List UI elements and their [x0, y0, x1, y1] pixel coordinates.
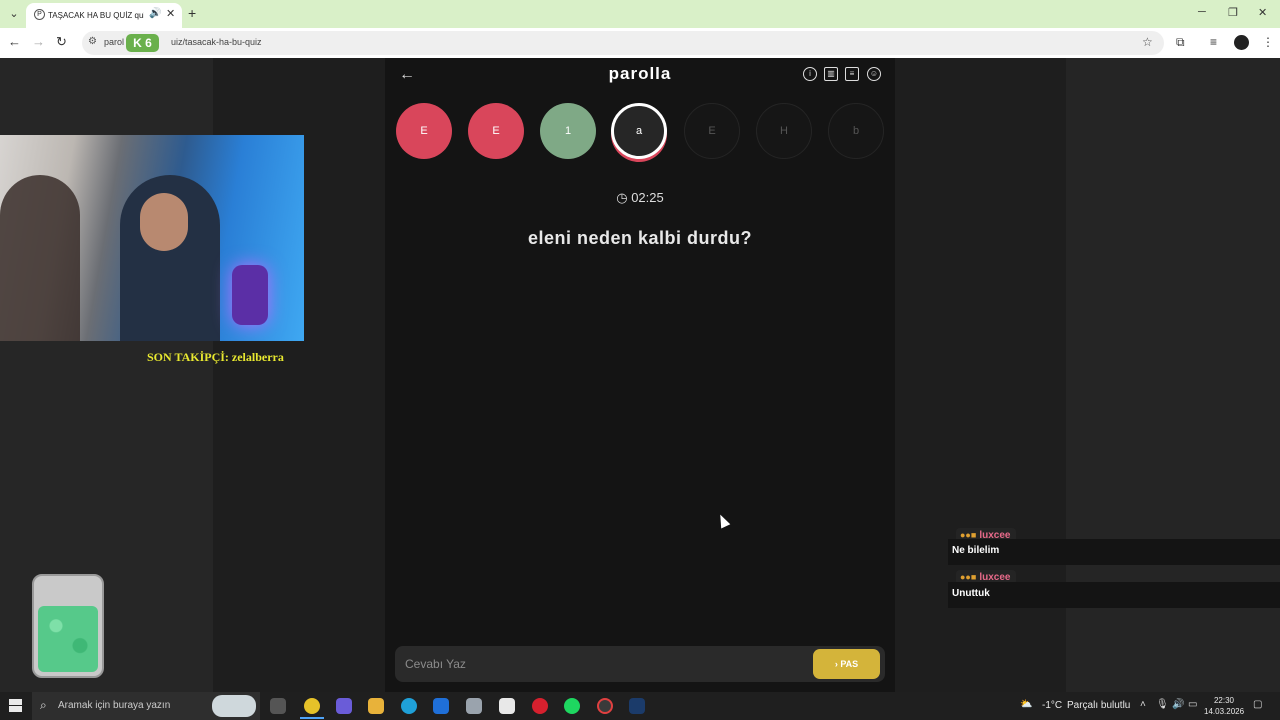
letter-circle: 1: [540, 103, 596, 159]
browser-tab-bar: ⌄ P TAŞACAK HA BU QUİZ quiz 🔊 ✕ + ─ ❐ ✕: [0, 0, 1280, 28]
bookmark-star-icon[interactable]: ☆: [1142, 35, 1153, 49]
answer-input[interactable]: [405, 655, 795, 673]
forward-icon[interactable]: →: [32, 34, 45, 49]
screen: ⌄ P TAŞACAK HA BU QUİZ quiz 🔊 ✕ + ─ ❐ ✕ …: [0, 0, 1280, 720]
extensions-icon[interactable]: ⧉: [1176, 35, 1185, 50]
clock-date: 14.03.2026: [1204, 707, 1245, 716]
volume-icon[interactable]: 🔊: [1172, 699, 1184, 710]
chat-badge-icon: ●●■: [960, 572, 977, 582]
minimize-icon[interactable]: ─: [1198, 6, 1206, 18]
tab-search-icon[interactable]: ⌄: [4, 4, 24, 24]
webcam-face: [140, 193, 188, 251]
webcam-feed: [0, 135, 304, 341]
letter-circle: b: [828, 103, 884, 159]
back-icon[interactable]: ←: [8, 34, 21, 49]
search-placeholder: Aramak için buraya yazın: [58, 700, 171, 711]
notepad-icon[interactable]: [466, 698, 482, 714]
letter-circle: E: [468, 103, 524, 159]
microphone-icon[interactable]: 🎙: [1156, 699, 1169, 710]
letter-wheel: E E 1 a E H b: [385, 103, 895, 163]
last-follower-label: SON TAKİPÇİ: zelalberra: [147, 350, 284, 364]
browser-toolbar: ← → ↻ ⚙ parol K 6 uiz/tasacak-ha-bu-quiz…: [0, 28, 1280, 58]
answer-bar: › PAS: [395, 646, 885, 682]
outlook-icon[interactable]: [433, 698, 449, 714]
taskbar-clock[interactable]: 22:30 14.03.2026: [1204, 695, 1244, 717]
windows-start-icon[interactable]: [9, 699, 22, 712]
url-host: parol: [104, 37, 125, 47]
maximize-icon[interactable]: ❐: [1228, 6, 1238, 19]
active-app-indicator: [300, 717, 324, 719]
jar-fill: [38, 606, 98, 672]
edge-icon[interactable]: [401, 698, 417, 714]
chrome-icon[interactable]: [304, 698, 320, 714]
app-red-icon[interactable]: [532, 698, 548, 714]
copilot-icon[interactable]: [336, 698, 352, 714]
menu-dots-icon[interactable]: ⋮: [1262, 35, 1274, 49]
timer: ◷ 02:25: [385, 190, 895, 206]
address-bar[interactable]: ⚙ parol K 6 uiz/tasacak-ha-bu-quiz ☆: [82, 31, 1164, 55]
letter-circle: E: [684, 103, 740, 159]
webcam-lamp: [232, 265, 268, 325]
search-icon: ⌕: [40, 698, 47, 712]
folder-icon[interactable]: [368, 698, 384, 714]
weather-icon[interactable]: ⛅: [1020, 699, 1032, 710]
speaker-icon[interactable]: 🔊: [149, 8, 161, 19]
tab-close-icon[interactable]: ✕: [166, 7, 175, 20]
url-path: uiz/tasacak-ha-bu-quiz: [171, 37, 262, 47]
feedback-icon[interactable]: ≡: [845, 67, 859, 81]
game-panel: ← parolla i ▥ ≡ ☺ E E 1 a E H b ◷ 02:25 …: [385, 58, 895, 692]
favicon-icon: P: [34, 9, 45, 20]
media-icon[interactable]: ≡: [1210, 35, 1217, 49]
chevron-up-icon[interactable]: ˄: [1140, 699, 1146, 710]
jar-widget: [32, 574, 104, 678]
clock-icon: ◷: [616, 190, 628, 205]
weather-temperature: -1°C: [1042, 700, 1063, 711]
chat-message-text: Ne bilelim: [952, 545, 1000, 556]
notification-icon[interactable]: ▢: [1253, 699, 1262, 710]
steam-icon[interactable]: [629, 698, 645, 714]
overlay-badge: K 6: [126, 34, 159, 52]
taskbar: ⌕ Aramak için buraya yazın ⛅ -1°C Parçal…: [0, 692, 1280, 720]
letter-circle: E: [396, 103, 452, 159]
game-title: parolla: [608, 64, 672, 83]
obs-icon[interactable]: [597, 698, 613, 714]
new-tab-button[interactable]: +: [188, 5, 196, 21]
network-icon[interactable]: ▭: [1188, 699, 1197, 710]
search-highlight-image: [212, 695, 256, 717]
chat-message-text: Unuttuk: [952, 588, 990, 599]
question-text: eleni neden kalbi durdu?: [527, 228, 753, 248]
window-close-icon[interactable]: ✕: [1258, 6, 1267, 19]
tab-title: TAŞACAK HA BU QUİZ quiz: [48, 11, 144, 20]
chat-message: [948, 582, 1280, 608]
taskbar-search[interactable]: ⌕ Aramak için buraya yazın: [32, 692, 260, 720]
reload-icon[interactable]: ↻: [56, 34, 67, 50]
stats-icon[interactable]: ▥: [824, 67, 838, 81]
browser-tab[interactable]: P TAŞACAK HA BU QUİZ quiz 🔊 ✕: [26, 3, 182, 28]
webcam-person: [0, 175, 80, 341]
letter-circle: H: [756, 103, 812, 159]
weather-description: Parçalı bulutlu: [1067, 700, 1131, 711]
user-icon[interactable]: ☺: [867, 67, 881, 81]
pass-button[interactable]: › PAS: [813, 649, 880, 679]
clock-time: 22:30: [1213, 696, 1235, 705]
profile-avatar[interactable]: [1234, 35, 1249, 50]
info-icon[interactable]: i: [803, 67, 817, 81]
store-icon[interactable]: [499, 698, 515, 714]
site-info-icon[interactable]: ⚙: [88, 36, 97, 47]
task-view-icon[interactable]: [270, 698, 286, 714]
letter-circle-active: a: [611, 103, 667, 159]
spotify-icon[interactable]: [564, 698, 580, 714]
timer-value: 02:25: [631, 190, 664, 205]
